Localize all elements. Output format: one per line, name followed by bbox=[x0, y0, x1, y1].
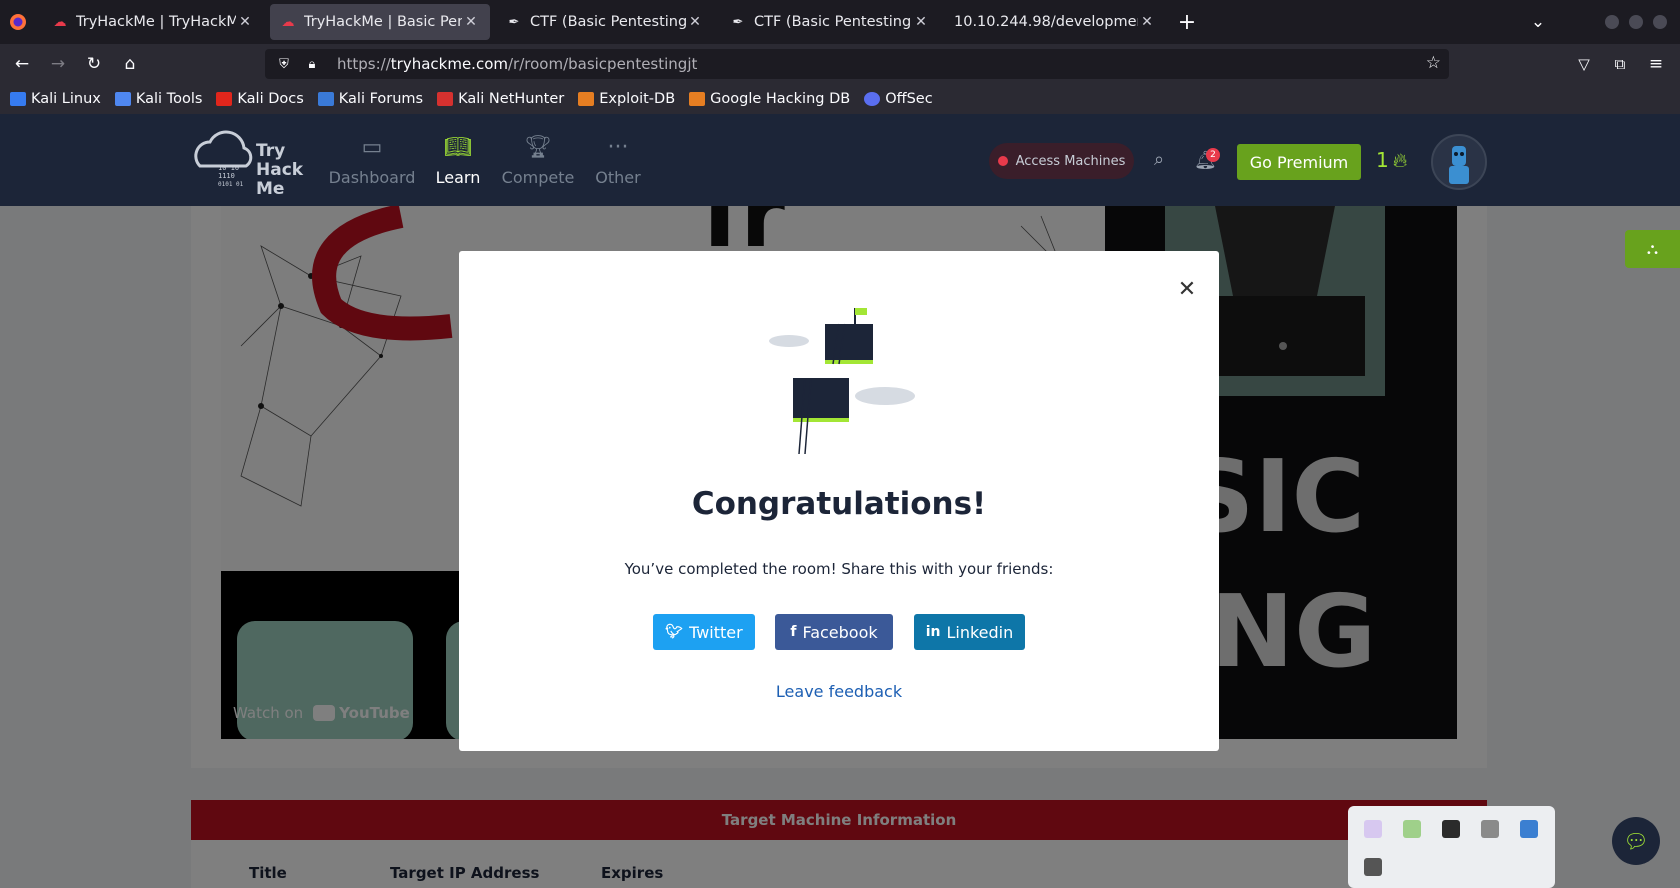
kali-forums-icon bbox=[317, 92, 334, 106]
back-icon[interactable]: ← bbox=[10, 52, 34, 76]
usb-drive-icon[interactable] bbox=[1364, 858, 1382, 876]
close-tab-icon[interactable]: ✕ bbox=[1138, 14, 1156, 30]
bookmark-kali-linux[interactable]: Kali Linux bbox=[10, 91, 101, 107]
nav-learn[interactable]: 📖︎ Learn bbox=[423, 132, 493, 188]
maximize-window-icon[interactable] bbox=[1624, 10, 1648, 34]
google-hacking-db-icon bbox=[689, 92, 706, 106]
user-avatar[interactable] bbox=[1431, 134, 1487, 190]
dashboard-icon: ▭ bbox=[361, 134, 383, 160]
new-tab-icon[interactable]: + bbox=[1175, 10, 1199, 35]
close-tab-icon[interactable]: ✕ bbox=[236, 14, 254, 30]
tryhackme-header: 10 10 1110 0101 01 Try Hack Me ▭ Dashboa… bbox=[0, 114, 1680, 206]
url-text[interactable]: https://tryhackme.com/r/room/basicpentes… bbox=[337, 55, 697, 73]
feather-favicon-icon: ✒ bbox=[508, 14, 520, 30]
close-icon[interactable]: ✕ bbox=[1172, 274, 1202, 304]
linkedin-share-button[interactable]: in Linkedin bbox=[914, 614, 1025, 650]
tower-illustration bbox=[765, 306, 915, 456]
kali-nethunter-icon bbox=[437, 92, 454, 106]
room-tree-button[interactable]: ⛬ bbox=[1625, 230, 1680, 268]
exploit-db-icon bbox=[578, 92, 595, 106]
bookmark-star-icon[interactable]: ☆ bbox=[1426, 53, 1441, 73]
bookmark-kali-docs[interactable]: Kali Docs bbox=[216, 91, 304, 107]
firefox-menu-icon[interactable] bbox=[6, 10, 30, 34]
pocket-icon[interactable]: ▽ bbox=[1572, 52, 1596, 76]
svg-text:1110: 1110 bbox=[218, 172, 235, 180]
bookmark-google-hacking-db[interactable]: Google Hacking DB bbox=[689, 91, 850, 107]
modal-title: Congratulations! bbox=[691, 486, 987, 522]
book-icon: 📖︎ bbox=[444, 134, 472, 160]
app-menu-icon[interactable]: ≡ bbox=[1644, 52, 1668, 76]
tab-ctf-writeup-2[interactable]: ✒ CTF (Basic Pentesting) de ✕ bbox=[720, 4, 940, 40]
reload-icon[interactable]: ↻ bbox=[82, 52, 106, 76]
svg-text:0101 01: 0101 01 bbox=[218, 181, 244, 188]
more-icon: ··· bbox=[607, 134, 629, 160]
bookmark-kali-tools[interactable]: Kali Tools bbox=[114, 91, 202, 107]
trophy-icon: 🏆︎ bbox=[524, 134, 552, 160]
browser-nav-bar: ← → ↻ ⌂ ⛨ 🔒︎ https://tryhackme.com/r/roo… bbox=[0, 44, 1680, 84]
close-tab-icon[interactable]: ✕ bbox=[462, 14, 480, 30]
facebook-share-button[interactable]: f Facebook bbox=[775, 614, 893, 650]
svg-text:10 10: 10 10 bbox=[218, 164, 239, 172]
bookmarks-toolbar: Kali Linux Kali Tools Kali Docs Kali For… bbox=[0, 84, 1680, 114]
browser-tab-bar: ☁ TryHackMe | TryHackMe | ✕ ☁ TryHackMe … bbox=[0, 0, 1680, 44]
kali-docs-icon bbox=[216, 92, 233, 106]
url-bar[interactable]: ⛨ 🔒︎ https://tryhackme.com/r/room/basicp… bbox=[265, 49, 1449, 79]
offsec-icon bbox=[864, 92, 881, 106]
close-tab-icon[interactable]: ✕ bbox=[912, 14, 930, 30]
bookmark-exploit-db[interactable]: Exploit-DB bbox=[578, 91, 675, 107]
leave-feedback-link[interactable]: Leave feedback bbox=[459, 682, 1219, 701]
nav-dashboard[interactable]: ▭ Dashboard bbox=[329, 132, 416, 188]
twitter-share-button[interactable]: 🐦︎ Twitter bbox=[653, 614, 755, 650]
congratulations-modal: ✕ Congratulations! You’ve completed the … bbox=[459, 251, 1219, 751]
bookmark-kali-forums[interactable]: Kali Forums bbox=[317, 91, 423, 107]
logo-me: Me bbox=[256, 179, 284, 196]
system-tray-popup bbox=[1348, 806, 1555, 888]
pen-icon[interactable] bbox=[1364, 820, 1382, 838]
chat-icon: 💬︎ bbox=[1623, 829, 1649, 853]
media-icon[interactable] bbox=[1403, 820, 1421, 838]
display-icon[interactable] bbox=[1481, 820, 1499, 838]
screen: ☁ TryHackMe | TryHackMe | ✕ ☁ TryHackMe … bbox=[0, 0, 1680, 888]
status-dot bbox=[997, 156, 1008, 166]
bookmark-offsec[interactable]: OffSec bbox=[864, 91, 933, 107]
access-machines-button[interactable]: Access Machines bbox=[989, 143, 1134, 179]
close-tab-icon[interactable]: ✕ bbox=[686, 14, 704, 30]
tab-basic-pentesting[interactable]: ☁ TryHackMe | Basic Pentes ✕ bbox=[270, 4, 490, 40]
notification-badge: 2 bbox=[1206, 148, 1220, 162]
linkedin-icon: in bbox=[925, 624, 941, 640]
kali-tools-icon bbox=[114, 92, 131, 106]
streak-counter[interactable]: 1 🔥︎ bbox=[1376, 148, 1407, 172]
tab-tryhackme[interactable]: ☁ TryHackMe | TryHackMe | ✕ bbox=[42, 4, 264, 40]
tryhackme-favicon-icon: ☁ bbox=[53, 14, 67, 30]
nvidia-icon[interactable] bbox=[1442, 820, 1460, 838]
facebook-icon: f bbox=[790, 624, 797, 640]
close-window-icon[interactable] bbox=[1648, 10, 1672, 34]
feather-favicon-icon: ✒ bbox=[732, 14, 744, 30]
nav-compete[interactable]: 🏆︎ Compete bbox=[498, 132, 578, 188]
tryhackme-logo[interactable]: 10 10 1110 0101 01 Try Hack Me bbox=[188, 126, 308, 199]
twitter-icon: 🐦︎ bbox=[665, 624, 684, 640]
search-icon[interactable]: ⌕ bbox=[1154, 149, 1164, 170]
chat-support-button[interactable]: 💬︎ bbox=[1612, 817, 1660, 865]
bookmark-kali-nethunter[interactable]: Kali NetHunter bbox=[437, 91, 564, 107]
logo-try: Try bbox=[256, 141, 285, 161]
nav-other[interactable]: ··· Other bbox=[588, 132, 648, 188]
forward-icon[interactable]: → bbox=[46, 52, 70, 76]
tryhackme-favicon-icon: ☁ bbox=[281, 14, 295, 30]
logo-hack: Hack bbox=[256, 160, 304, 180]
security-shield-icon[interactable] bbox=[1520, 820, 1538, 838]
tab-development-page[interactable]: 10.10.244.98/development/j ✕ bbox=[944, 4, 1166, 40]
sitemap-icon: ⛬ bbox=[1646, 239, 1659, 258]
extensions-icon[interactable]: ⧉ bbox=[1608, 52, 1632, 76]
kali-linux-icon bbox=[10, 92, 26, 106]
modal-message: You’ve completed the room! Share this wi… bbox=[624, 560, 1054, 578]
shield-icon[interactable]: ⛨ bbox=[275, 57, 293, 72]
minimize-window-icon[interactable] bbox=[1600, 10, 1624, 34]
lock-icon[interactable]: 🔒︎ bbox=[303, 57, 321, 72]
home-icon[interactable]: ⌂ bbox=[118, 52, 142, 76]
list-all-tabs-icon[interactable]: ⌄ bbox=[1526, 10, 1550, 34]
flame-icon: 🔥︎ bbox=[1392, 148, 1408, 172]
tab-ctf-writeup-1[interactable]: ✒ CTF (Basic Pentesting) de ✕ bbox=[496, 4, 714, 40]
go-premium-button[interactable]: Go Premium bbox=[1237, 144, 1361, 180]
